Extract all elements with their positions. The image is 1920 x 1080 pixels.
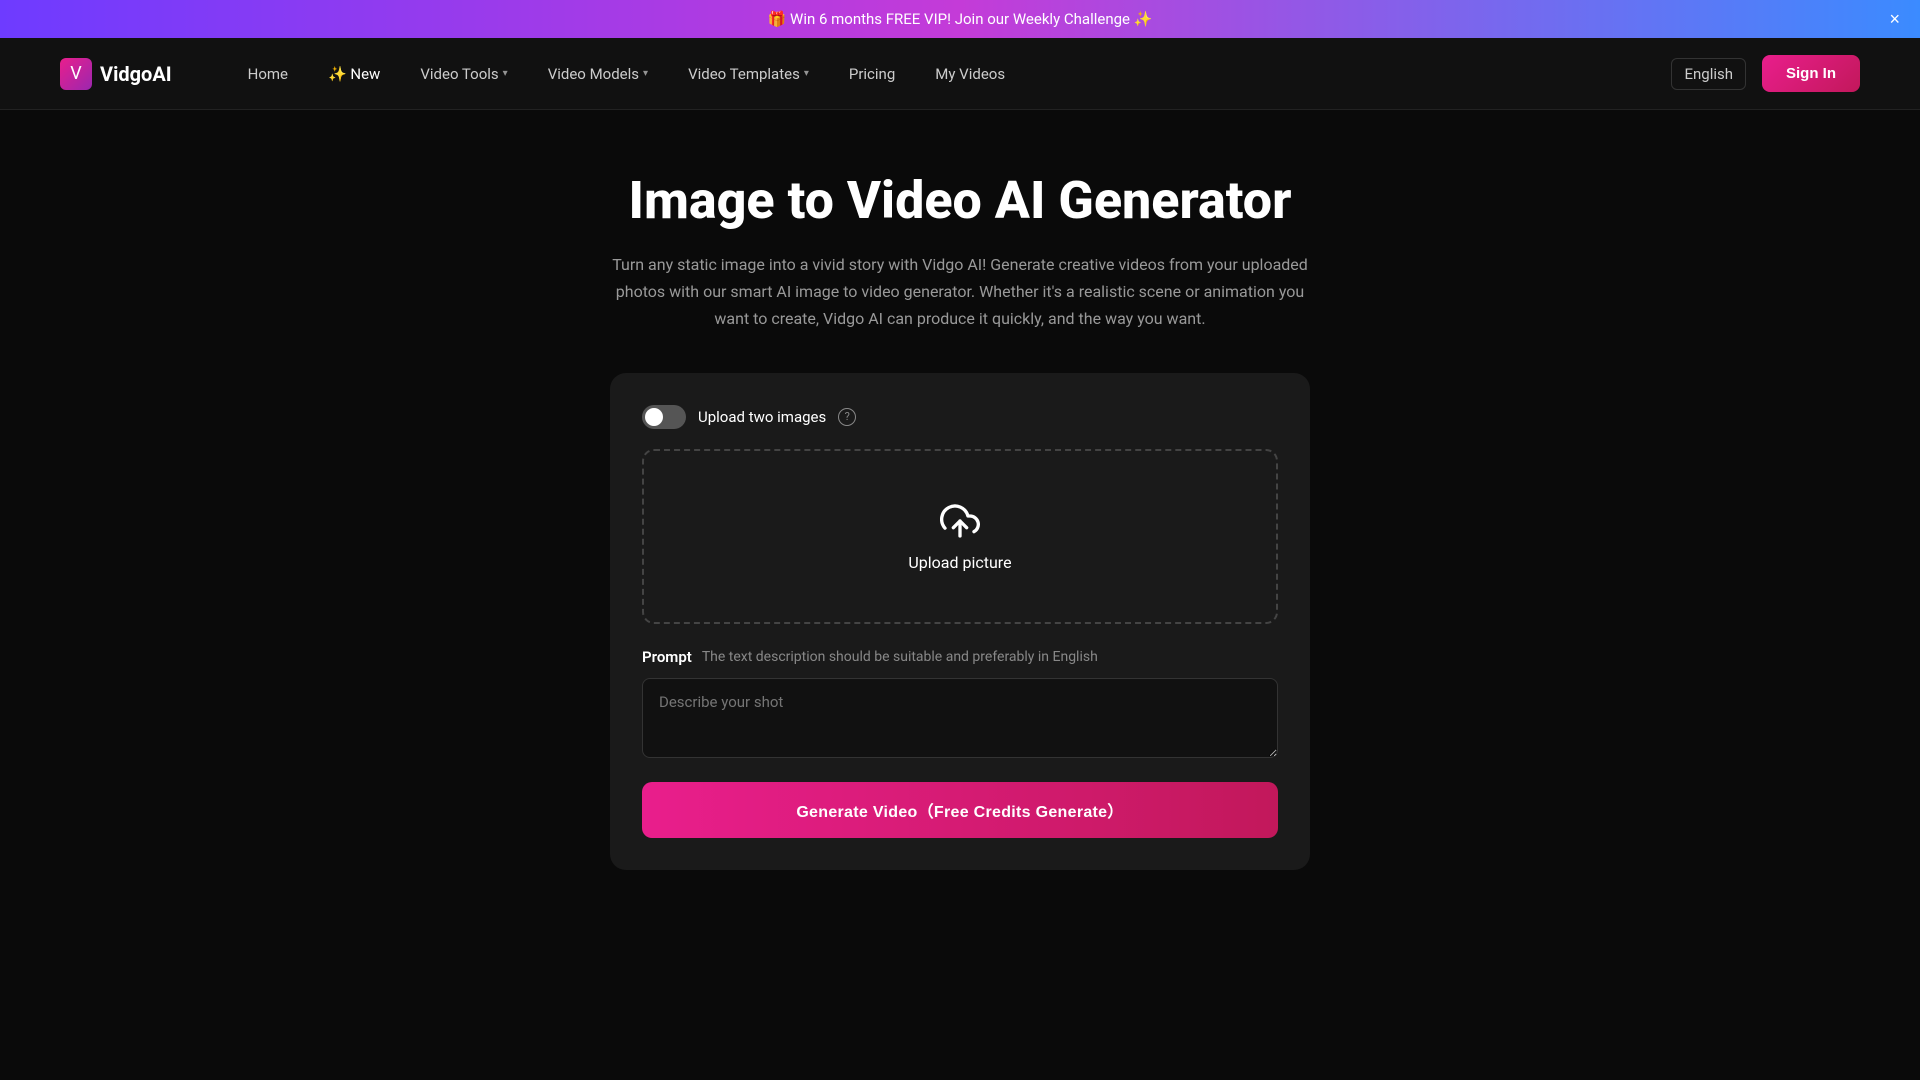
nav-item-video-models[interactable]: Video Models ▾ — [532, 57, 664, 91]
nav-item-my-videos[interactable]: My Videos — [919, 57, 1021, 91]
upload-label: Upload picture — [908, 553, 1011, 572]
sign-in-button[interactable]: Sign In — [1762, 55, 1860, 92]
generator-card: Upload two images ? Upload picture Promp… — [610, 373, 1310, 870]
banner-close-button[interactable]: × — [1889, 10, 1900, 28]
language-selector[interactable]: English — [1671, 58, 1746, 90]
prompt-hint: The text description should be suitable … — [702, 649, 1098, 665]
nav-item-new[interactable]: ✨ New — [312, 57, 396, 91]
nav-links: Home ✨ New Video Tools ▾ Video Models ▾ … — [232, 57, 1672, 91]
nav-right: English Sign In — [1671, 55, 1860, 92]
chevron-down-icon: ▾ — [804, 68, 809, 79]
chevron-down-icon: ▾ — [643, 68, 648, 79]
prompt-row: Prompt The text description should be su… — [642, 648, 1278, 666]
page-description: Turn any static image into a vivid story… — [610, 251, 1310, 333]
upload-icon — [940, 501, 980, 541]
navbar: V VidgoAI Home ✨ New Video Tools ▾ Video… — [0, 38, 1920, 110]
prompt-label: Prompt — [642, 648, 692, 666]
logo[interactable]: V VidgoAI — [60, 58, 172, 90]
toggle-label: Upload two images — [698, 408, 826, 426]
logo-icon: V — [60, 58, 92, 90]
info-icon[interactable]: ? — [838, 408, 856, 426]
upload-area[interactable]: Upload picture — [642, 449, 1278, 624]
chevron-down-icon: ▾ — [503, 68, 508, 79]
logo-text: VidgoAI — [100, 62, 172, 86]
generate-button[interactable]: Generate Video（Free Credits Generate） — [642, 782, 1278, 838]
page-title: Image to Video AI Generator — [629, 170, 1292, 231]
prompt-textarea[interactable] — [642, 678, 1278, 758]
main-content: Image to Video AI Generator Turn any sta… — [0, 110, 1920, 910]
nav-item-video-tools[interactable]: Video Tools ▾ — [404, 57, 523, 91]
upload-two-images-toggle[interactable] — [642, 405, 686, 429]
nav-item-home[interactable]: Home — [232, 57, 304, 91]
nav-item-video-templates[interactable]: Video Templates ▾ — [672, 57, 825, 91]
banner-text: 🎁 Win 6 months FREE VIP! Join our Weekly… — [768, 10, 1153, 28]
toggle-row: Upload two images ? — [642, 405, 1278, 429]
nav-item-pricing[interactable]: Pricing — [833, 57, 911, 91]
promo-banner: 🎁 Win 6 months FREE VIP! Join our Weekly… — [0, 0, 1920, 38]
